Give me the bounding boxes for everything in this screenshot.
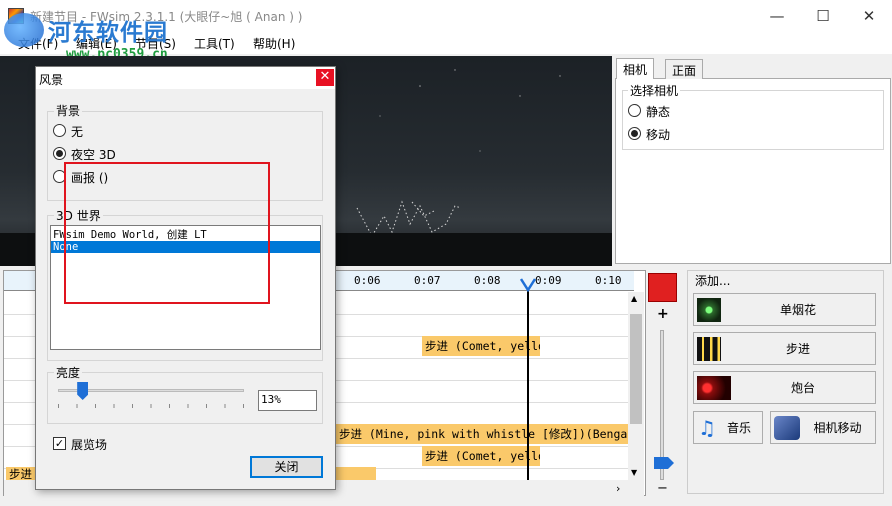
bg-night-sky-radio[interactable]	[53, 147, 66, 160]
tick-label: 0:09	[535, 274, 562, 287]
brightness-group-label: 亮度	[54, 364, 83, 381]
add-battery-button[interactable]: 炮台	[693, 371, 876, 404]
select-camera-label: 选择相机	[628, 82, 681, 99]
dialog-close-button[interactable]: 关闭	[250, 456, 323, 478]
add-camera-move-label: 相机移动	[813, 421, 862, 435]
tab-front[interactable]: 正面	[665, 59, 704, 79]
music-note-icon: ♫	[698, 415, 716, 440]
zoom-slider-thumb[interactable]	[654, 457, 674, 469]
bg-none-radio[interactable]	[53, 124, 66, 137]
event-bar[interactable]: 步进 (Comet, yellow	[422, 336, 540, 356]
firework-icon	[697, 297, 721, 322]
camera-icon	[774, 415, 800, 440]
add-single-firework-label: 单烟花	[779, 303, 816, 317]
watermark-text: 河东软件园	[48, 19, 168, 46]
camera-static-label: 静态	[646, 105, 671, 119]
showground-checkbox[interactable]: ✓	[53, 437, 66, 450]
bg-night-sky-label: 夜空 3D	[71, 148, 116, 162]
menu-help[interactable]: 帮助(H)	[253, 35, 295, 52]
tab-camera[interactable]: 相机	[616, 58, 655, 79]
close-window-button[interactable]: ✕	[846, 0, 892, 32]
add-panel-title: 添加...	[695, 274, 731, 288]
timeline-vertical-scrollbar[interactable]: ▲ ▼	[628, 292, 644, 482]
add-step-button[interactable]: 步进	[693, 332, 876, 365]
maximize-button[interactable]: ☐	[800, 0, 846, 32]
add-step-label: 步进	[785, 342, 810, 356]
battery-icon	[697, 375, 731, 400]
camera-moving-radio[interactable]	[628, 127, 641, 140]
zoom-in-button[interactable]: +	[657, 306, 669, 322]
event-bar[interactable]: 步进 (Mine, pink with whistle [修改])(Bengal…	[336, 424, 628, 444]
dialog-close-icon[interactable]: ✕	[316, 69, 334, 86]
tick-label: 0:10	[595, 274, 622, 287]
scroll-up-icon[interactable]: ▲	[631, 294, 637, 303]
scroll-thumb[interactable]	[630, 314, 642, 424]
record-button[interactable]	[648, 273, 677, 302]
background-group-label: 背景	[54, 102, 83, 119]
tick-label: 0:06	[354, 274, 381, 287]
watermark-logo	[4, 13, 44, 47]
add-battery-label: 炮台	[790, 381, 815, 395]
event-bar[interactable]: 步进 (Comet, yellow	[422, 446, 540, 466]
brightness-value-field[interactable]: 13%	[258, 390, 317, 411]
tick-label: 0:08	[474, 274, 501, 287]
add-camera-move-button[interactable]: 相机移动	[770, 411, 876, 444]
playhead[interactable]	[527, 288, 529, 482]
zoom-out-button[interactable]: −	[657, 481, 668, 496]
brightness-ticks	[58, 404, 244, 408]
tick-label: 0:07	[414, 274, 441, 287]
highlight-annotation	[64, 162, 270, 304]
minimize-button[interactable]: —	[754, 0, 800, 32]
showground-label: 展览场	[71, 438, 108, 452]
dialog-title-bar	[36, 67, 335, 89]
camera-static-radio[interactable]	[628, 104, 641, 117]
playhead-marker-icon[interactable]	[520, 278, 536, 292]
add-music-label: 音乐	[726, 421, 751, 435]
menu-tools[interactable]: 工具(T)	[194, 35, 235, 52]
bg-none-label: 无	[71, 125, 84, 139]
step-icon	[697, 336, 721, 361]
camera-moving-label: 移动	[646, 128, 671, 142]
dialog-title: 风景	[39, 73, 64, 87]
add-music-button[interactable]: ♫ 音乐	[693, 411, 763, 444]
add-single-firework-button[interactable]: 单烟花	[693, 293, 876, 326]
scroll-right-icon[interactable]: ›	[616, 482, 620, 495]
scroll-down-icon[interactable]: ▼	[631, 468, 637, 477]
